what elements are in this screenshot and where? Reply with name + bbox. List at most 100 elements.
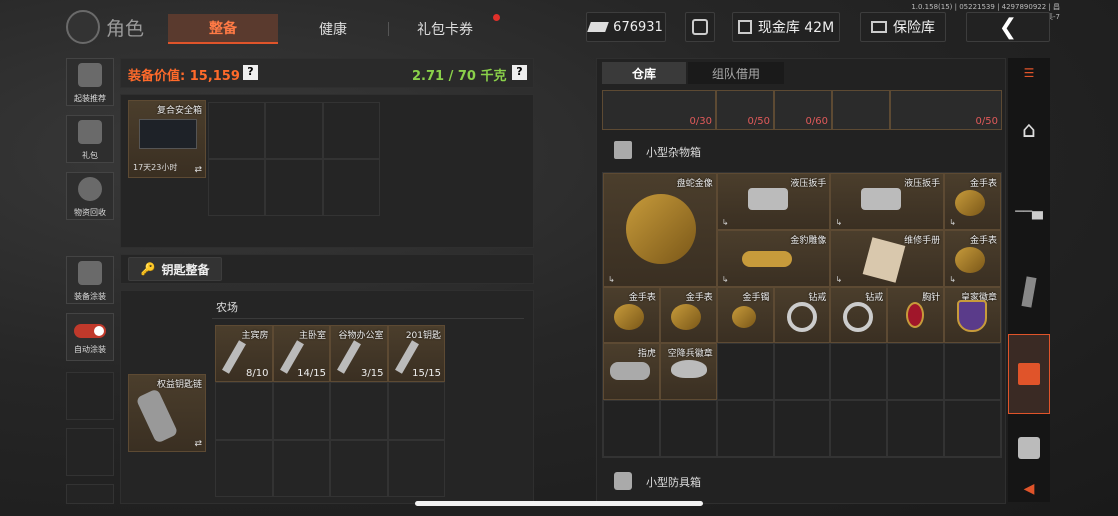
help-icon[interactable]: ?	[243, 65, 258, 80]
swap-icon: ⇄	[194, 165, 202, 175]
cash-vault-icon	[737, 20, 752, 34]
storage-item[interactable]: 金手表	[603, 286, 660, 344]
rifle-icon[interactable]: ──▄	[1008, 172, 1050, 252]
storage-item[interactable]: 液压扳手 ↳	[830, 173, 945, 230]
storage-item[interactable]: 皇家徽章	[944, 286, 1001, 344]
box-tab-icon[interactable]	[1008, 334, 1050, 414]
storage-item[interactable]: 金手表	[659, 286, 717, 344]
money-icon	[587, 22, 609, 32]
safe-vault-button[interactable]: 保险库	[860, 12, 946, 42]
key-chain-name: 权益钥匙链	[156, 380, 202, 390]
safe-box-grid	[208, 102, 380, 216]
tab-gift-cards[interactable]: 礼包卡券	[390, 14, 500, 44]
sidebar-label: 装备涂装	[74, 292, 106, 301]
storage-item[interactable]: 金手表 ↳	[944, 229, 1001, 287]
storage-cell[interactable]: 0/50	[890, 90, 1002, 130]
magazine-icon[interactable]	[1008, 252, 1050, 332]
help-icon[interactable]: ?	[512, 65, 527, 80]
safe-box-slot[interactable]: 复合安全箱 17天23小时 ⇄	[128, 100, 206, 178]
tab-team-borrow[interactable]: 组队借用	[688, 62, 784, 84]
weight-display: 2.71 / 70 千克	[412, 65, 507, 84]
empty-slot	[66, 484, 114, 504]
sidebar-label: 物资回收	[74, 208, 106, 217]
loadout-recommend-button[interactable]: 起装推荐	[66, 58, 114, 106]
knuckle-icon	[610, 362, 650, 381]
cash-vault-label: 现金库 42M	[757, 20, 835, 36]
toggle-switch[interactable]	[74, 324, 106, 338]
wrench-icon	[861, 188, 902, 210]
storage-item[interactable]: 胸针	[887, 286, 945, 344]
watch-icon	[955, 246, 986, 273]
storage-item[interactable]: 钻戒	[830, 286, 888, 344]
tab-health[interactable]: 健康	[280, 14, 386, 44]
empty-slot	[66, 372, 114, 420]
key-item[interactable]: 谷物办公室 3/15	[330, 325, 388, 383]
storage-item[interactable]: 维修手册 ↳	[830, 229, 945, 287]
misc-grid: 盘蛇金像 ↳ 液压扳手 ↳ 液压扳手 ↳ 金手表 ↳ 金豹雕像 ↳ 维修手册 ↳ 金手表 ↳ …	[602, 172, 1002, 458]
storage-item[interactable]: 指虎	[603, 343, 660, 401]
back-arrow-icon: ❮	[998, 14, 1018, 40]
storage-item[interactable]: 金豹雕像 ↳	[716, 229, 831, 287]
armor-box-label: 小型防具箱	[646, 476, 701, 489]
currency-value: 676931	[613, 19, 663, 35]
storage-cell[interactable]: 0/30	[602, 90, 716, 130]
storage-cell[interactable]: 0/60	[774, 90, 832, 130]
tab-equip[interactable]: 整备	[168, 14, 278, 44]
storage-item[interactable]: 钻戒	[773, 286, 831, 344]
keychain-icon	[135, 388, 179, 444]
divider	[212, 318, 524, 319]
shirt-icon	[614, 472, 632, 490]
wrench-icon	[747, 188, 788, 210]
trader-button[interactable]	[685, 12, 715, 42]
safe-box-name: 复合安全箱	[156, 106, 202, 116]
notification-dot	[493, 14, 500, 21]
auto-skin-toggle[interactable]: 自动涂装	[66, 313, 114, 361]
ring-icon	[786, 301, 817, 332]
tab-divider	[388, 22, 389, 36]
sort-icon[interactable]: ☰	[1008, 58, 1050, 88]
manual-icon	[863, 237, 906, 283]
sidebar-label: 起装推荐	[74, 94, 106, 103]
storage-item[interactable]: 金手表 ↳	[944, 173, 1001, 230]
home-indicator	[415, 501, 703, 506]
equip-value: 装备价值: 15,159	[128, 69, 240, 84]
watch-icon	[670, 303, 701, 330]
key-prepare-button[interactable]: 🔑 钥匙整备	[128, 257, 222, 281]
storage-item[interactable]: 金手镯	[716, 286, 774, 344]
sidebar-label: 自动涂装	[74, 345, 106, 354]
storage-item[interactable]: 盘蛇金像 ↳	[603, 173, 717, 287]
paint-icon	[78, 261, 102, 285]
storage-cell[interactable]: 0/50	[716, 90, 774, 130]
armor-tab-icon[interactable]	[1008, 418, 1050, 478]
safe-box-icon	[139, 119, 197, 149]
recycle-icon	[78, 177, 102, 201]
cash-vault-button[interactable]: 现金库 42M	[732, 12, 840, 42]
tab-warehouse[interactable]: 仓库	[602, 62, 686, 84]
ring-icon	[843, 301, 874, 332]
key-item[interactable]: 主卧室 14/15	[272, 325, 330, 383]
key-grid: 主宾房 8/10 主卧室 14/15 谷物办公室 3/15 201钥匙 15/15	[215, 325, 445, 497]
key-item[interactable]: 201钥匙 15/15	[387, 325, 445, 383]
skin-button[interactable]: 装备涂装	[66, 256, 114, 304]
storage-item[interactable]: 空降兵徽章	[659, 343, 717, 401]
recycle-button[interactable]: 物资回收	[66, 172, 114, 220]
key-item[interactable]: 主宾房 8/10	[215, 325, 273, 383]
currency-display[interactable]: 676931	[586, 12, 666, 42]
home-icon[interactable]: ⌂	[1008, 90, 1050, 170]
key-chain-slot[interactable]: 权益钥匙链 ⇄	[128, 374, 206, 452]
storage-item[interactable]: 液压扳手 ↳	[716, 173, 831, 230]
gift-button[interactable]: 礼包	[66, 115, 114, 163]
brooch-icon	[906, 301, 925, 328]
box-icon	[614, 141, 632, 159]
helmet-icon	[78, 63, 102, 87]
weight-value: 2.71	[412, 69, 445, 84]
sidebar-label: 礼包	[82, 151, 98, 160]
key-icon: 🔑	[140, 262, 156, 276]
page-title: 角色	[106, 18, 145, 40]
collapse-arrow-icon[interactable]: ◀	[1008, 478, 1050, 500]
character-logo-icon	[66, 10, 100, 44]
back-button[interactable]: ❮	[966, 12, 1050, 42]
leopard-statue-icon	[741, 250, 792, 267]
key-icon	[337, 340, 361, 374]
storage-cell[interactable]	[832, 90, 890, 130]
